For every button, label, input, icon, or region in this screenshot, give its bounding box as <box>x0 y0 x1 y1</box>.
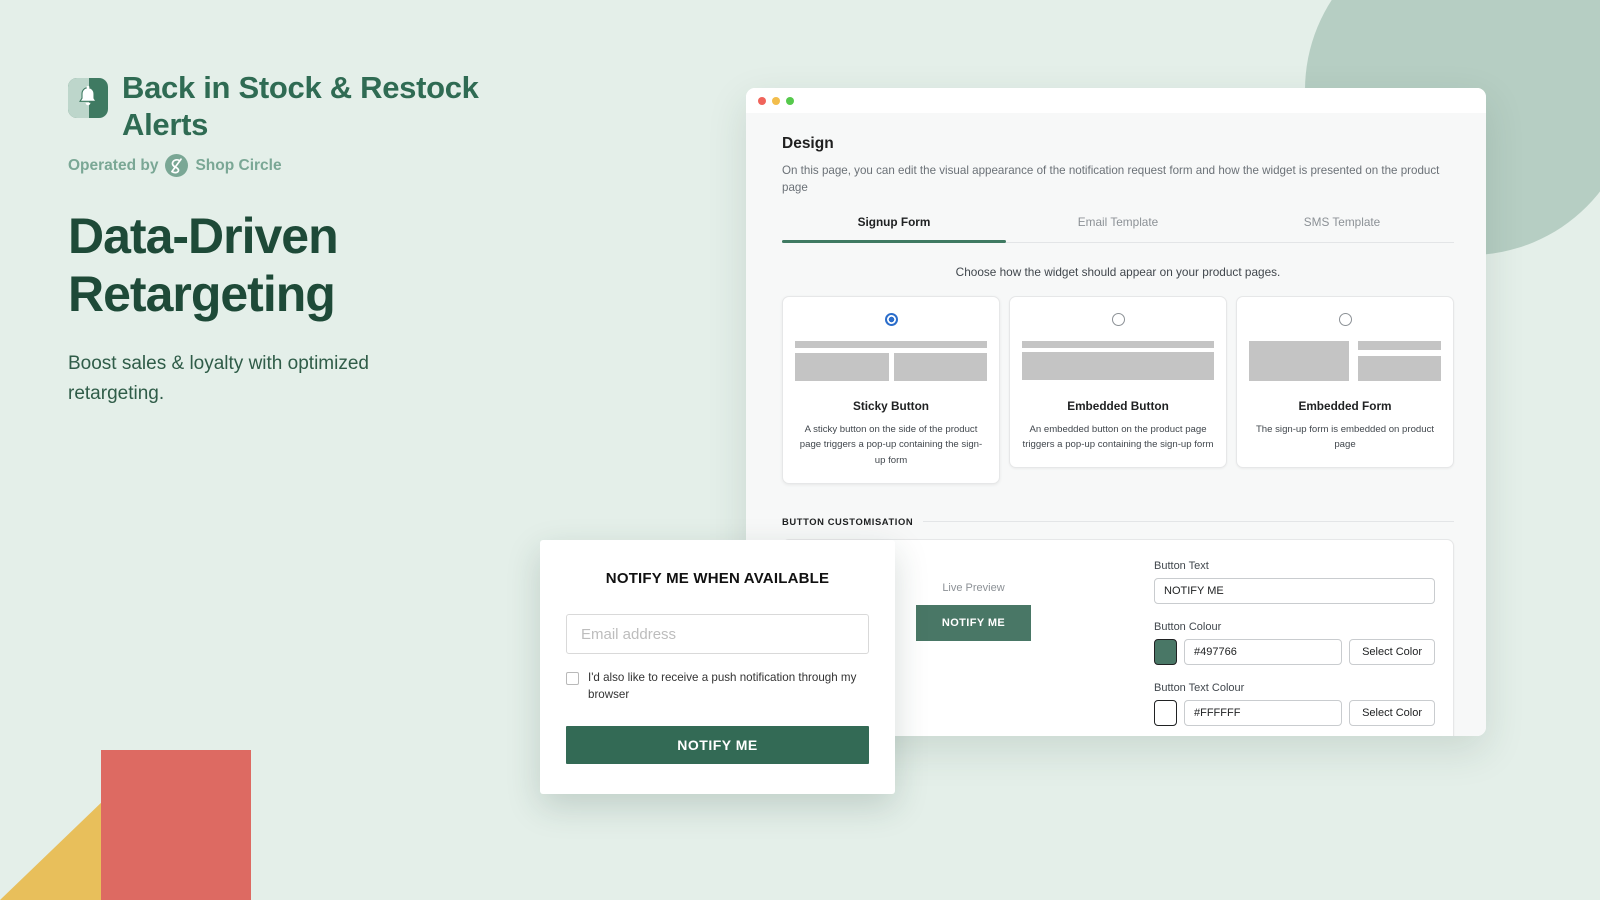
option-card-embedded-button[interactable]: Embedded Button An embedded button on th… <box>1009 295 1227 469</box>
customisation-fields: Button Text NOTIFY ME Button Colour #497… <box>1146 560 1435 727</box>
option-name: Sticky Button <box>852 398 930 413</box>
option-name: Embedded Form <box>1298 398 1392 413</box>
button-text-input[interactable]: NOTIFY ME <box>1154 578 1435 605</box>
preview-notify-me-button[interactable]: NOTIFY ME <box>915 605 1032 642</box>
button-customisation-header: BUTTON CUSTOMISATION <box>782 516 1454 527</box>
notify-me-modal: NOTIFY ME WHEN AVAILABLE Email address I… <box>540 540 895 794</box>
option-name: Embedded Button <box>1067 398 1169 413</box>
decorative-triangle-bottom-left <box>0 799 105 900</box>
bell-icon <box>68 78 108 118</box>
app-title: Back in Stock & Restock Alerts <box>122 70 479 142</box>
wireframe-bar <box>1022 340 1214 348</box>
operated-by-label: Operated by <box>68 156 159 174</box>
push-notification-row: I'd also like to receive a push notifica… <box>566 670 869 704</box>
wireframe-bar <box>795 340 987 348</box>
tab-signup-form[interactable]: Signup Form <box>782 215 1006 243</box>
radio-embedded-button[interactable] <box>1111 312 1125 326</box>
wireframe-sticky-button <box>795 340 987 385</box>
field-button-colour: Button Colour #497766 Select Color <box>1154 621 1435 666</box>
widget-option-cards: Sticky Button A sticky button on the sid… <box>782 295 1454 485</box>
select-color-button-text-colour[interactable]: Select Color <box>1349 700 1435 727</box>
section-divider <box>923 521 1454 523</box>
option-card-embedded-form[interactable]: Embedded Form The sign-up form is embedd… <box>1236 295 1454 469</box>
field-row: #497766 Select Color <box>1154 639 1435 666</box>
bell-glyph <box>78 85 98 106</box>
live-preview-label: Live Preview <box>942 582 1005 595</box>
decorative-quarter-circle-bottom-left <box>101 750 251 900</box>
wireframe-column <box>1357 340 1441 385</box>
wireframe-bar <box>1357 340 1441 350</box>
wireframe-bar <box>1022 351 1214 380</box>
field-label: Button Colour <box>1154 621 1222 634</box>
page-headline: Data-Driven Retargeting <box>68 208 339 323</box>
button-text-colour-swatch[interactable] <box>1154 700 1177 727</box>
select-color-button-colour[interactable]: Select Color <box>1349 639 1435 666</box>
field-row: NOTIFY ME <box>1154 578 1435 605</box>
partner-name: Shop Circle <box>195 156 282 174</box>
page-title: Design <box>782 135 834 152</box>
wireframe-embedded-form <box>1249 340 1441 385</box>
field-label: Button Text Colour <box>1154 682 1245 695</box>
choose-widget-instruction: Choose how the widget should appear on y… <box>955 264 1281 279</box>
email-input[interactable]: Email address <box>566 614 869 654</box>
tab-bar: Signup Form Email Template SMS Template <box>782 215 1454 243</box>
operated-by-row: Operated by Shop Circle <box>68 154 538 178</box>
maximize-dot-icon[interactable] <box>786 96 794 105</box>
button-text-colour-input[interactable]: #FFFFFF <box>1184 700 1343 727</box>
shop-circle-glyph <box>171 158 183 174</box>
wireframe-row <box>795 348 987 381</box>
minimize-dot-icon[interactable] <box>772 96 780 105</box>
button-colour-input[interactable]: #497766 <box>1184 639 1343 666</box>
modal-title: NOTIFY ME WHEN AVAILABLE <box>605 570 830 587</box>
wireframe-embedded-button <box>1022 340 1214 385</box>
brand-row: Back in Stock & Restock Alerts <box>68 70 538 143</box>
tab-email-template[interactable]: Email Template <box>1006 215 1230 242</box>
push-notification-label: I'd also like to receive a push notifica… <box>588 671 857 701</box>
button-colour-swatch[interactable] <box>1154 639 1177 666</box>
push-notification-checkbox[interactable] <box>566 672 579 685</box>
radio-embedded-form[interactable] <box>1338 312 1352 326</box>
tab-sms-template[interactable]: SMS Template <box>1230 215 1454 242</box>
option-description: The sign-up form is embedded on product … <box>1255 423 1435 451</box>
option-description: An embedded button on the product page t… <box>1022 423 1214 451</box>
page-subheadline: Boost sales & loyalty with optimized ret… <box>68 353 369 404</box>
wireframe-bar <box>893 352 987 381</box>
wireframe-bar <box>1357 355 1441 381</box>
radio-sticky-button[interactable] <box>884 312 898 326</box>
wireframe-bar <box>1249 340 1349 381</box>
option-description: A sticky button on the side of the produ… <box>799 423 983 467</box>
page-description: On this page, you can edit the visual ap… <box>782 164 1440 194</box>
modal-notify-me-button[interactable]: NOTIFY ME <box>566 725 869 764</box>
field-button-text-colour: Button Text Colour #FFFFFF Select Color <box>1154 682 1435 727</box>
field-label: Button Text <box>1154 560 1209 573</box>
hero-section: Back in Stock & Restock Alerts Operated … <box>68 70 538 408</box>
shop-circle-icon <box>165 154 189 178</box>
option-card-sticky-button[interactable]: Sticky Button A sticky button on the sid… <box>782 295 1000 485</box>
wireframe-bar <box>795 352 889 381</box>
close-dot-icon[interactable] <box>758 96 766 105</box>
field-button-text: Button Text NOTIFY ME <box>1154 560 1435 605</box>
section-label: BUTTON CUSTOMISATION <box>782 516 914 528</box>
field-row: #FFFFFF Select Color <box>1154 700 1435 727</box>
window-titlebar <box>746 88 1486 113</box>
